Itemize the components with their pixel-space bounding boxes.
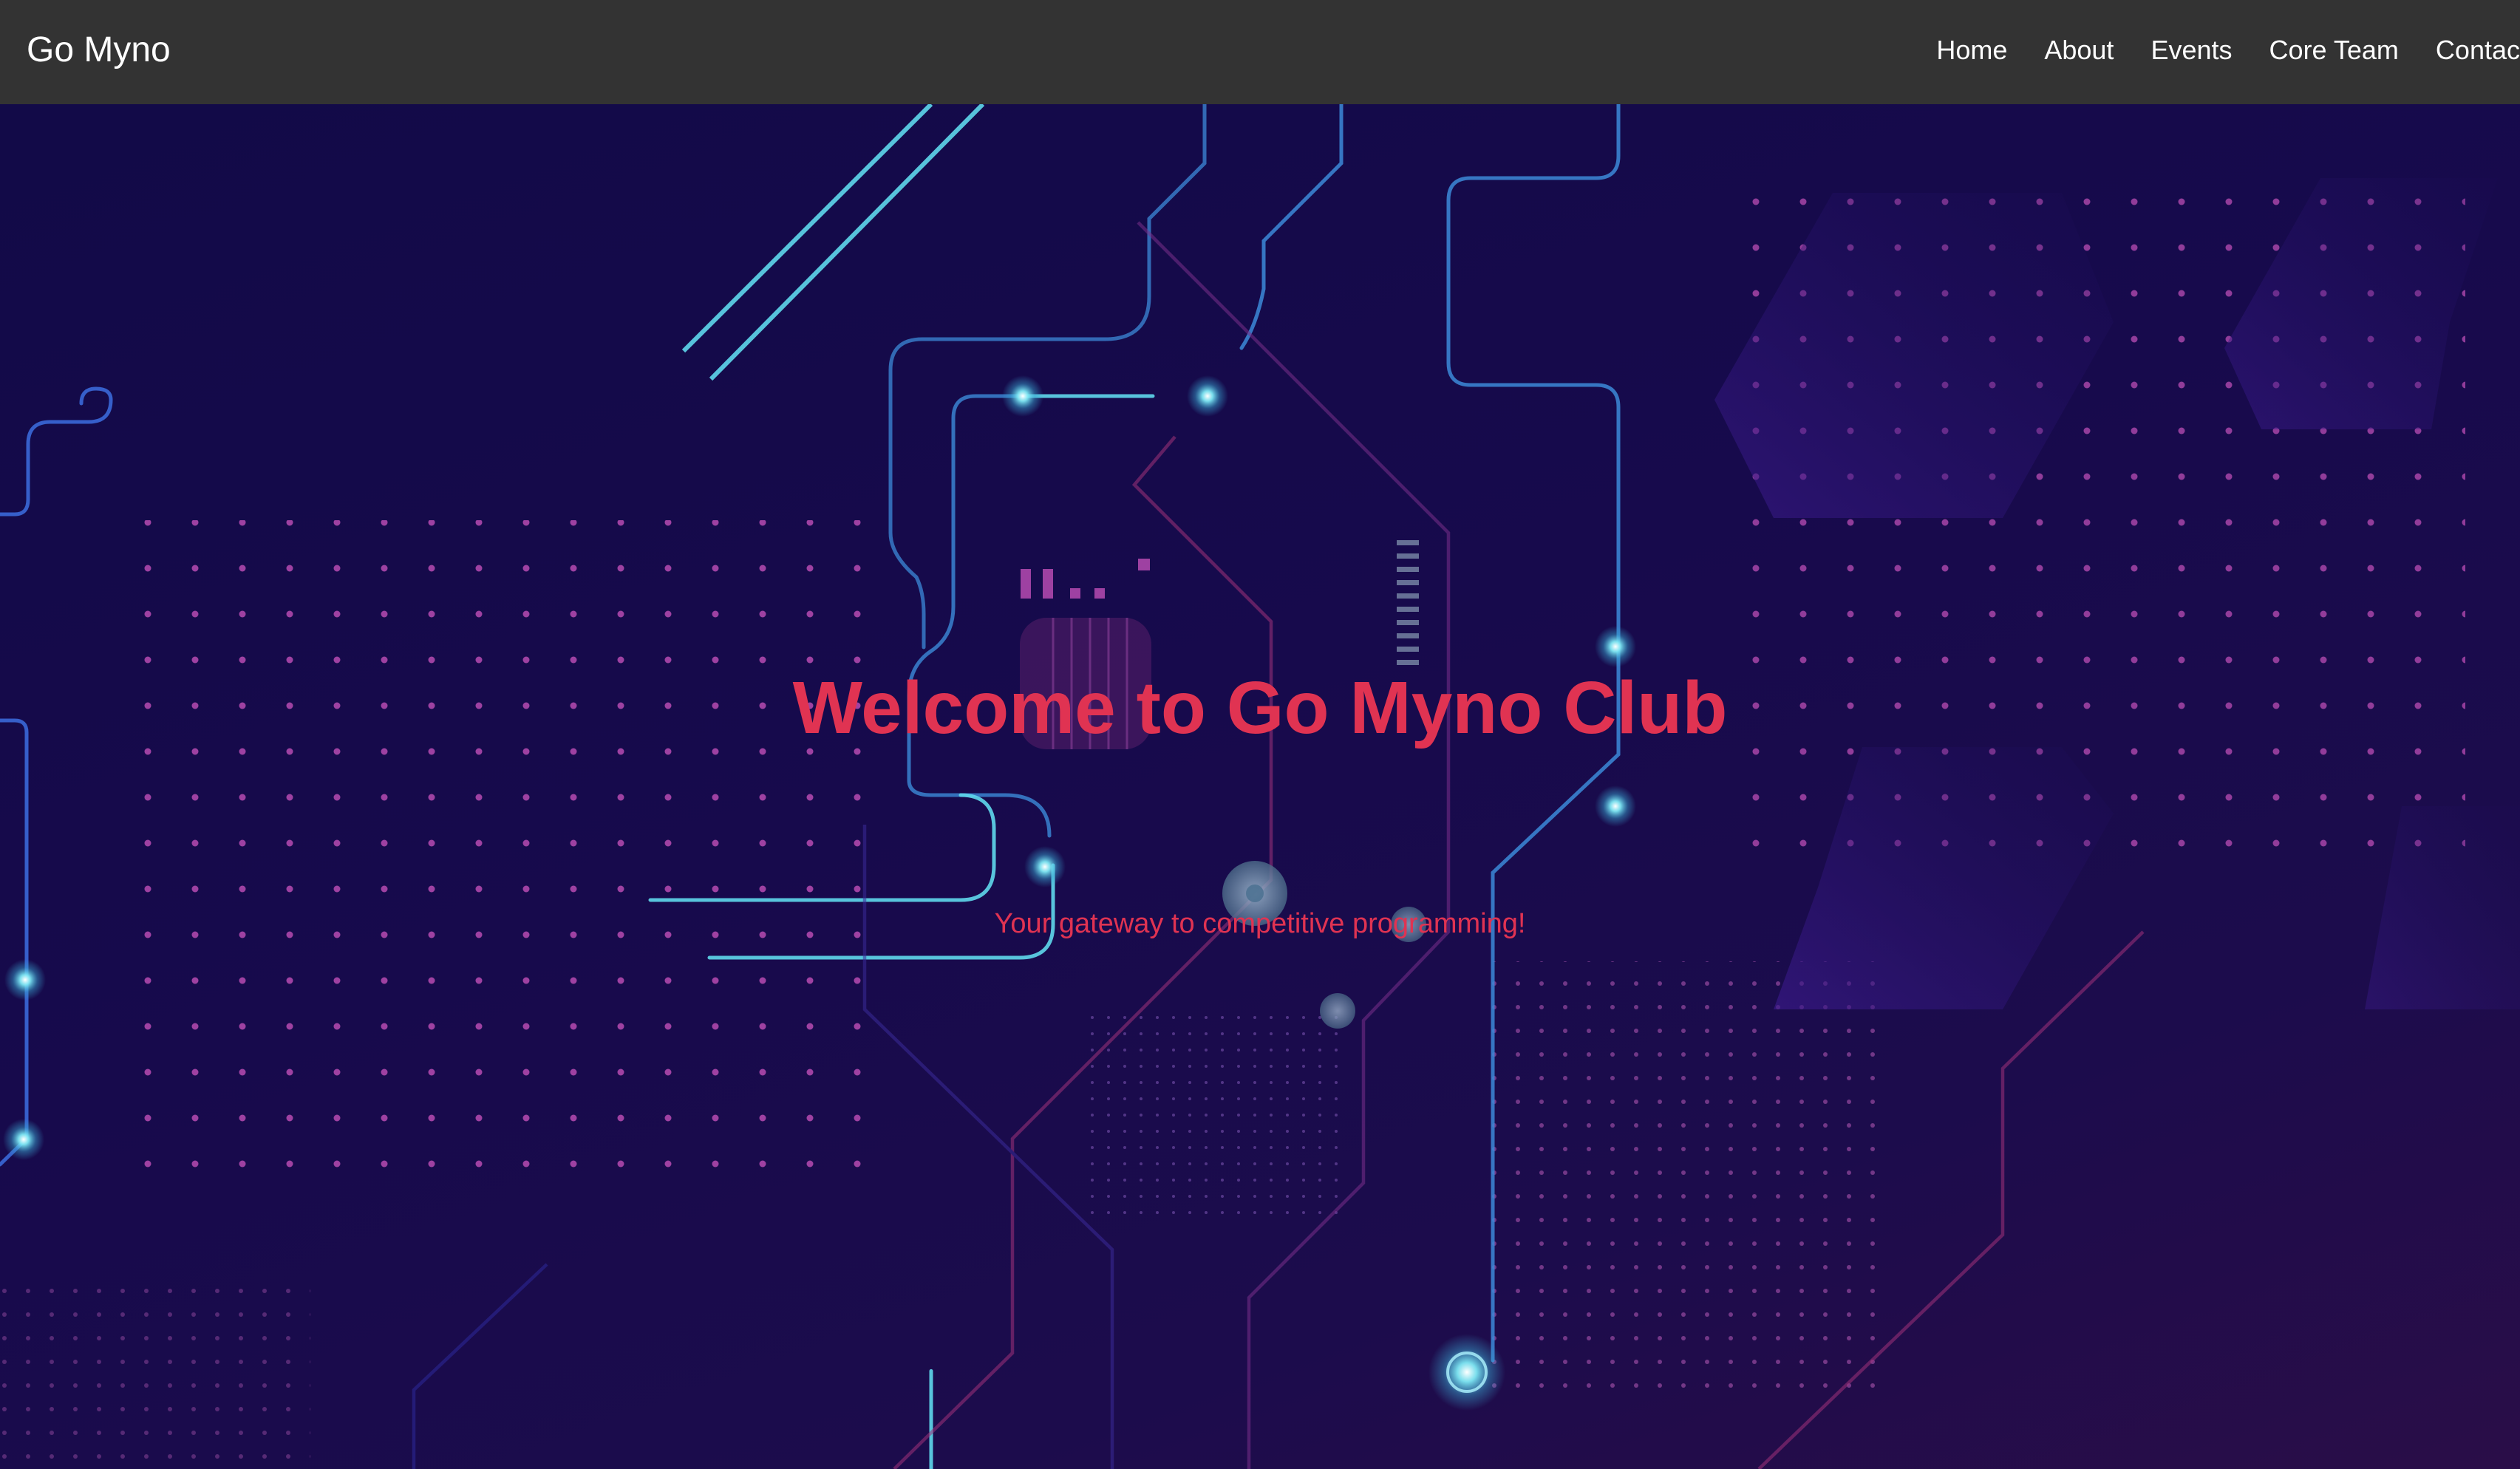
dot-grid-left [140,520,879,1200]
top-navbar: Go Myno Home About Events Core Team Cont… [0,0,2520,104]
nav-link-about[interactable]: About [2044,31,2114,69]
dot-grid-center [1079,1006,1345,1227]
nav-link-contact[interactable]: Contact [2436,31,2520,69]
dot-grid-bottom-left [0,1286,310,1469]
nav-link-events[interactable]: Events [2150,31,2232,69]
circuit-background-illustration [0,104,2520,1469]
hero-section: Welcome to Go Myno Club Your gateway to … [0,104,2520,1469]
nav-link-core-team[interactable]: Core Team [2269,31,2399,69]
hero-subtitle: Your gateway to competitive programming! [994,908,1526,939]
hero-title: Welcome to Go Myno Club [792,667,1728,749]
site-brand[interactable]: Go Myno [27,28,171,72]
dot-grid-lower-right [1478,961,1892,1405]
nav-link-home[interactable]: Home [1936,31,2007,69]
nav-links: Home About Events Core Team Contact [1899,31,2520,69]
